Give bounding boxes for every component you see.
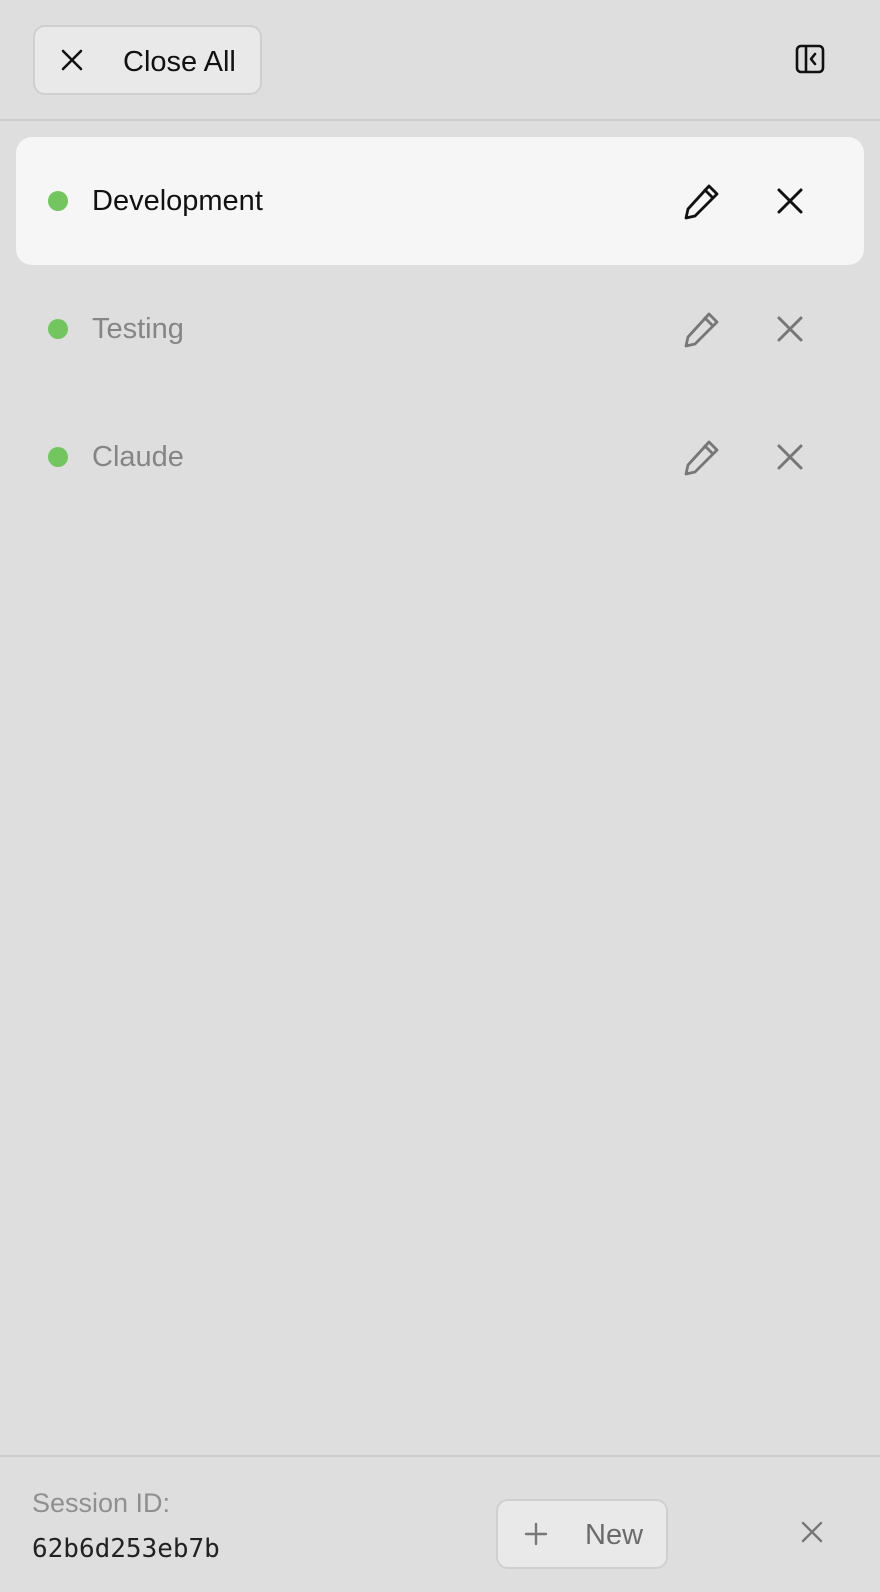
close-all-label: Close All — [123, 46, 236, 78]
session-list: Development Testing Claude — [16, 137, 864, 521]
panel-header: Close All — [0, 0, 880, 121]
close-all-button[interactable]: Close All — [33, 25, 262, 95]
close-icon[interactable] — [801, 1521, 823, 1543]
session-item-development[interactable]: Development — [16, 137, 864, 265]
plus-icon — [524, 1522, 548, 1546]
sessions-panel: Close All Development Testing Claude Ses… — [0, 0, 880, 1592]
pencil-icon[interactable] — [682, 181, 722, 221]
new-session-button[interactable]: New — [496, 1499, 668, 1569]
new-session-label: New — [585, 1519, 644, 1551]
close-icon — [61, 49, 83, 71]
session-name: Development — [92, 185, 263, 217]
panel-footer: Session ID: 62b6d253eb7b New — [0, 1455, 880, 1592]
close-icon[interactable] — [776, 315, 804, 343]
sidebar-collapse-icon[interactable] — [795, 44, 825, 74]
pencil-icon[interactable] — [682, 309, 722, 349]
session-item-testing[interactable]: Testing — [16, 265, 864, 393]
status-dot — [48, 447, 68, 467]
status-dot — [48, 319, 68, 339]
session-name: Claude — [92, 441, 184, 473]
status-dot — [48, 191, 68, 211]
pencil-icon[interactable] — [682, 437, 722, 477]
close-icon[interactable] — [776, 443, 804, 471]
session-id-label: Session ID: — [32, 1488, 171, 1518]
session-item-claude[interactable]: Claude — [16, 393, 864, 521]
session-id-value: 62b6d253eb7b — [32, 1534, 220, 1564]
session-name: Testing — [92, 313, 184, 345]
close-icon[interactable] — [776, 187, 804, 215]
